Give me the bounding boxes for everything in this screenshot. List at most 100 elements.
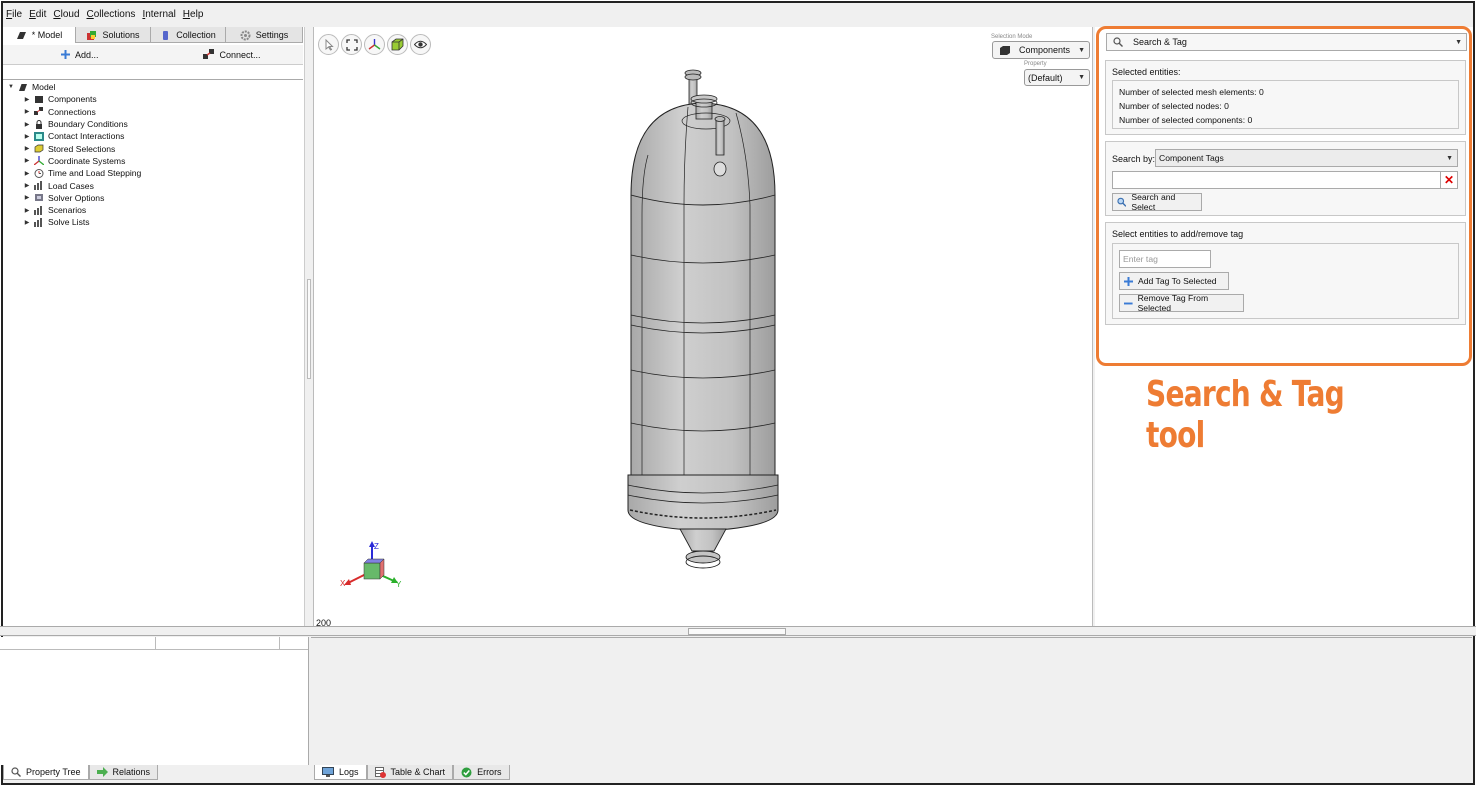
tree-item-coordinate-systems[interactable]: ▶ Coordinate Systems (3, 155, 303, 167)
expand-arrow-icon[interactable]: ▶ (23, 145, 31, 152)
add-button[interactable]: Add... (61, 50, 99, 60)
tab-settings-label: Settings (255, 30, 289, 40)
axes-icon (34, 156, 44, 166)
menu-internal[interactable]: Internal (142, 9, 175, 20)
menu-file[interactable]: File (6, 9, 22, 20)
expand-arrow-icon[interactable]: ▶ (23, 121, 31, 128)
orientation-triad: X Y Z (340, 541, 402, 589)
property-panel (0, 637, 309, 765)
menu-collections[interactable]: Collections (87, 9, 136, 20)
model-cube-icon (16, 31, 26, 39)
search-icon (11, 767, 21, 777)
tree-item-time-load-stepping[interactable]: ▶ Time and Load Stepping (3, 167, 303, 179)
tree-item-connections[interactable]: ▶ Connections (3, 106, 303, 118)
connect-button[interactable]: Connect... (202, 49, 261, 60)
log-panel (311, 637, 1472, 765)
tree-item-label: Boundary Conditions (48, 119, 128, 130)
tab-property-tree-label: Property Tree (26, 767, 81, 777)
fit-view-button[interactable] (341, 34, 362, 55)
tree-item-label: Coordinate Systems (48, 155, 126, 166)
model-cube-icon (19, 83, 27, 91)
tree-item-solve-lists[interactable]: ▶ Solve Lists (3, 216, 303, 228)
property-header-row (0, 637, 308, 650)
tab-collection-label: Collection (176, 30, 216, 40)
tab-errors-label: Errors (477, 767, 502, 777)
visibility-button[interactable] (410, 34, 431, 55)
collapse-arrow-icon[interactable]: ▼ (7, 84, 15, 90)
expand-arrow-icon[interactable]: ▶ (23, 157, 31, 164)
menu-edit[interactable]: Edit (29, 9, 46, 20)
tree-item-contact-interactions[interactable]: ▶ Contact Interactions (3, 130, 303, 142)
selection-mode-dropdown[interactable]: Components ▼ (992, 41, 1090, 59)
bottom-splitter[interactable] (0, 626, 1476, 636)
tab-property-tree[interactable]: Property Tree (3, 765, 89, 780)
left-splitter[interactable] (304, 27, 312, 629)
eye-icon (414, 40, 427, 49)
clock-icon (34, 168, 44, 178)
check-circle-icon (461, 767, 472, 777)
lock-icon (36, 119, 42, 129)
tab-table-chart[interactable]: Table & Chart (366, 765, 454, 780)
browser-toolbar: Add... Connect... (3, 45, 303, 65)
tab-collection[interactable]: Collection (151, 27, 226, 43)
monitor-icon (322, 767, 334, 777)
expand-arrow-icon[interactable]: ▶ (23, 133, 31, 140)
selection-mode-value: Components (1019, 45, 1071, 55)
arrow-right-icon (96, 767, 108, 777)
tree-root-model[interactable]: ▼ Model (3, 81, 303, 93)
tab-solutions-label: Solutions (102, 30, 140, 40)
expand-arrow-icon[interactable]: ▶ (23, 194, 31, 201)
connection-icon (202, 49, 214, 59)
tree-item-load-cases[interactable]: ▶ Load Cases (3, 179, 303, 191)
menu-cloud[interactable]: Cloud (53, 9, 79, 20)
expand-arrow-icon[interactable]: ▶ (23, 207, 31, 214)
solver-icon (35, 194, 43, 202)
property-dropdown[interactable]: (Default) ▼ (1024, 69, 1090, 86)
selection-cube-icon (391, 38, 404, 51)
splitter-handle[interactable] (307, 279, 311, 379)
tab-settings[interactable]: Settings (226, 27, 303, 43)
pressure-vessel-model[interactable] (618, 65, 788, 575)
table-chart-icon (374, 766, 386, 778)
tree-item-label: Time and Load Stepping (48, 168, 142, 179)
tree-item-solver-options[interactable]: ▶ Solver Options (3, 192, 303, 204)
tree-item-components[interactable]: ▶ Components (3, 93, 303, 105)
expand-arrow-icon[interactable]: ▶ (23, 182, 31, 189)
chart-icon (34, 181, 42, 191)
connection-icon (34, 107, 43, 116)
browser-tabs: * Model Solutions Collection Settings (3, 27, 303, 43)
tree-item-scenarios[interactable]: ▶ Scenarios (3, 204, 303, 216)
tree-item-label: Scenarios (48, 205, 87, 216)
property-value: (Default) (1028, 72, 1063, 83)
tree-item-boundary-conditions[interactable]: ▶ Boundary Conditions (3, 118, 303, 130)
component-cube-icon (1000, 45, 1010, 55)
tab-logs[interactable]: Logs (314, 765, 367, 780)
splitter-handle[interactable] (688, 628, 786, 635)
triad-z-label: Z (374, 542, 379, 551)
collection-icon (163, 30, 169, 40)
expand-arrow-icon[interactable]: ▶ (23, 170, 31, 177)
tab-model-label: * Model (31, 30, 63, 40)
triad-x-label: X (340, 579, 346, 588)
solutions-icon (87, 30, 97, 40)
tab-relations[interactable]: Relations (88, 765, 159, 780)
tab-model[interactable]: * Model (3, 27, 76, 43)
graphics-viewport[interactable]: Selection Mode Components ▼ Property (De… (313, 27, 1093, 629)
selection-filter-button[interactable] (387, 34, 408, 55)
view-axes-button[interactable] (364, 34, 385, 55)
selection-cube-icon (34, 144, 44, 153)
fit-view-icon (345, 38, 358, 51)
tab-errors[interactable]: Errors (453, 765, 510, 780)
add-button-label: Add... (75, 49, 99, 60)
plus-icon (61, 50, 70, 59)
tab-solutions[interactable]: Solutions (76, 27, 151, 43)
model-tree: ▼ Model ▶ Components ▶ Connections ▶ Bou… (3, 81, 303, 229)
menu-bar: File Edit Cloud Collections Internal Hel… (3, 3, 1473, 25)
expand-arrow-icon[interactable]: ▶ (23, 108, 31, 115)
expand-arrow-icon[interactable]: ▶ (23, 96, 31, 103)
menu-help[interactable]: Help (183, 9, 204, 20)
property-label: Property (1024, 61, 1047, 67)
expand-arrow-icon[interactable]: ▶ (23, 219, 31, 226)
tree-item-stored-selections[interactable]: ▶ Stored Selections (3, 142, 303, 154)
select-cursor-button[interactable] (318, 34, 339, 55)
